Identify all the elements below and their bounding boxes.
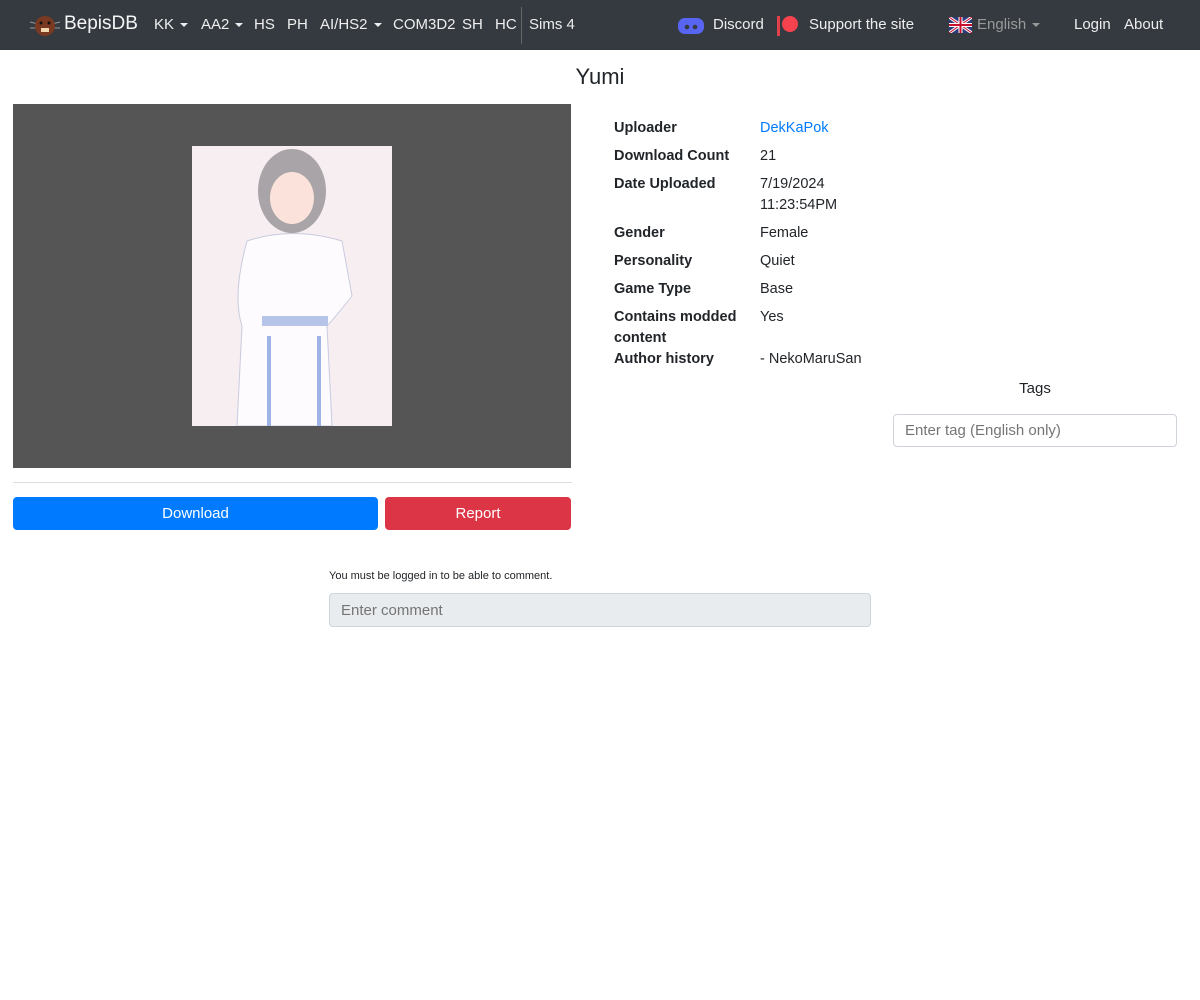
support-link[interactable]: Support the site: [809, 16, 914, 33]
tag-input[interactable]: [893, 414, 1177, 447]
nav-aihs2[interactable]: AI/HS2: [320, 16, 382, 33]
nav-ph[interactable]: PH: [287, 16, 308, 33]
info-label: Personality: [614, 253, 693, 269]
page-title: Yumi: [575, 64, 625, 89]
info-label: Author history: [614, 351, 714, 367]
nav-sh[interactable]: SH: [462, 16, 483, 33]
caret-down-icon: [235, 23, 244, 28]
divider: [13, 482, 572, 483]
info-value: 7/19/2024 11:23:54PM: [760, 176, 838, 213]
download-button[interactable]: Download: [13, 497, 378, 530]
comment-login-notice: You must be logged in to be able to comm…: [329, 570, 553, 582]
info-label: Uploader: [614, 120, 677, 136]
uk-flag-icon: [949, 17, 972, 33]
comment-input[interactable]: [329, 593, 871, 627]
info-label: Download Count: [614, 148, 730, 164]
info-value: - NekoMaruSan: [760, 351, 862, 367]
caret-down-icon: [180, 23, 189, 28]
patreon-icon: [777, 16, 798, 36]
nav-aa2-label: AA2: [201, 16, 230, 33]
nav-hs[interactable]: HS: [254, 16, 275, 33]
info-value: Quiet: [760, 253, 795, 269]
info-label: Contains modded content: [614, 309, 737, 346]
tags-heading: Tags: [1019, 380, 1051, 397]
language-label: English: [977, 16, 1027, 33]
about-link[interactable]: About: [1124, 16, 1163, 33]
info-value: Female: [760, 225, 809, 241]
card-image[interactable]: [192, 146, 392, 427]
nav-kk[interactable]: KK: [154, 16, 189, 33]
nav-aa2[interactable]: AA2: [201, 16, 244, 33]
info-label: Date Uploaded: [614, 176, 716, 192]
nav-sims4[interactable]: Sims 4: [529, 16, 575, 33]
report-button[interactable]: Report: [385, 497, 571, 530]
login-link[interactable]: Login: [1074, 16, 1111, 33]
nav-com3d2[interactable]: COM3D2: [393, 16, 456, 33]
nav-aihs2-label: AI/HS2: [320, 16, 368, 33]
info-value: 21: [760, 148, 777, 164]
card-image-frame: [13, 104, 571, 468]
discord-icon: [678, 18, 704, 34]
nav-hc[interactable]: HC: [495, 16, 517, 33]
nav-kk-label: KK: [154, 16, 175, 33]
caret-down-icon: [1032, 23, 1041, 28]
nav-divider: [521, 7, 522, 44]
brand-link[interactable]: BepisDB: [64, 13, 138, 35]
info-value: Yes: [760, 309, 784, 325]
caret-down-icon: [373, 23, 382, 28]
bepis-logo-icon[interactable]: [30, 14, 60, 38]
navbar: BepisDB KK AA2 HS PH AI/HS2 COM3D2 SH HC…: [0, 0, 1200, 50]
uploader-link[interactable]: DekKaPok: [760, 118, 829, 139]
character-illustration: [236, 149, 353, 427]
discord-link[interactable]: Discord: [713, 16, 764, 33]
info-label: Gender: [614, 225, 665, 241]
info-label: Game Type: [614, 281, 692, 297]
language-select[interactable]: English: [977, 16, 1041, 33]
info-value: Base: [760, 281, 794, 297]
